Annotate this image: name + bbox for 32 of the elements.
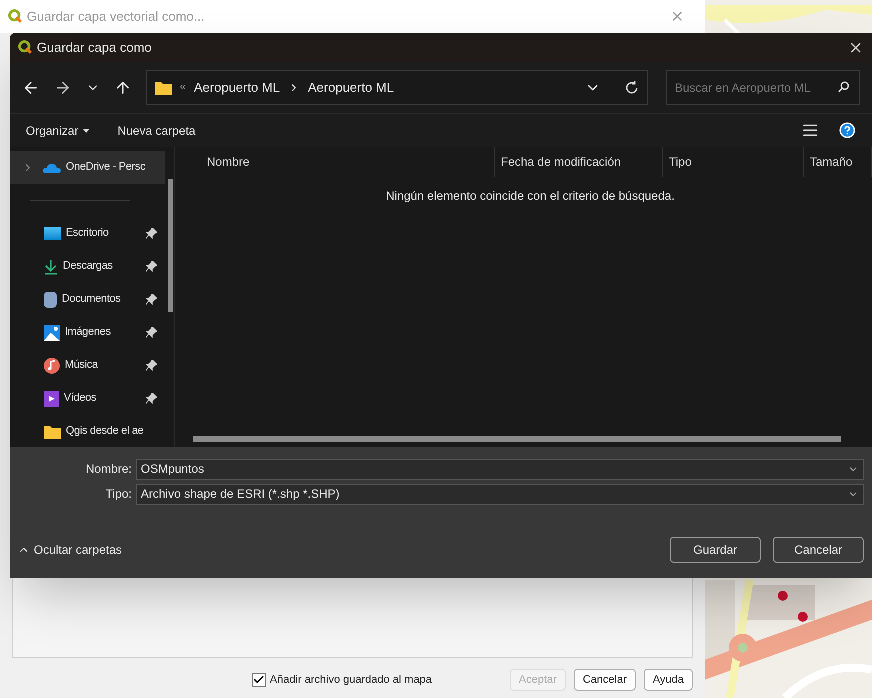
checkbox-label: Añadir archivo guardado al mapa: [270, 672, 432, 688]
field-label: Tipo:: [104, 486, 133, 503]
sidebar-item[interactable]: Música: [10, 349, 165, 382]
field-label: Nombre:: [84, 461, 133, 478]
dialog-button[interactable]: Cancelar: [773, 537, 864, 563]
organize-button[interactable]: Organizar: [26, 122, 90, 140]
sidebar-item[interactable]: Qgis desde el ae: [10, 415, 165, 447]
column-header[interactable]: Tamaño: [804, 147, 872, 177]
input-field[interactable]: Archivo shape de ESRI (*.shp *.SHP): [136, 484, 864, 504]
breadcrumb[interactable]: Aeropuerto ML: [308, 78, 394, 98]
sidebar-item[interactable]: Escritorio: [10, 217, 165, 250]
window-title: Guardar capa vectorial como...: [27, 8, 205, 26]
dialog-button[interactable]: Cancelar: [574, 669, 636, 691]
search-field[interactable]: Buscar en Aeropuerto ML: [666, 70, 860, 105]
window-title: Guardar capa como: [37, 38, 152, 57]
sidebar-item[interactable]: Documentos: [10, 283, 165, 316]
sidebar-item[interactable]: Vídeos: [10, 382, 165, 415]
dialog-button[interactable]: Guardar: [670, 537, 761, 563]
dialog-button[interactable]: Ayuda: [644, 669, 693, 691]
address-bar[interactable]: « Aeropuerto ML Aeropuerto ML: [146, 70, 648, 105]
sidebar-item[interactable]: Imágenes: [10, 316, 165, 349]
column-header[interactable]: Fecha de modificación: [495, 147, 663, 177]
empty-message: Ningún elemento coincide con el criterio de búsqueda.: [385, 188, 676, 205]
sidebar-item[interactable]: Descargas: [10, 250, 165, 283]
hide-folders-button[interactable]: Ocultar carpetas: [18, 541, 122, 559]
breadcrumb-overflow[interactable]: «: [180, 79, 186, 96]
breadcrumb[interactable]: Aeropuerto ML: [194, 78, 280, 98]
new-folder-button[interactable]: Nueva carpeta: [118, 122, 196, 140]
sidebar-item[interactable]: OneDrive - Persc: [10, 151, 165, 184]
column-header[interactable]: Tipo: [663, 147, 804, 177]
column-header[interactable]: Nombre: [175, 147, 495, 177]
input-field[interactable]: OSMpuntos: [136, 458, 864, 480]
